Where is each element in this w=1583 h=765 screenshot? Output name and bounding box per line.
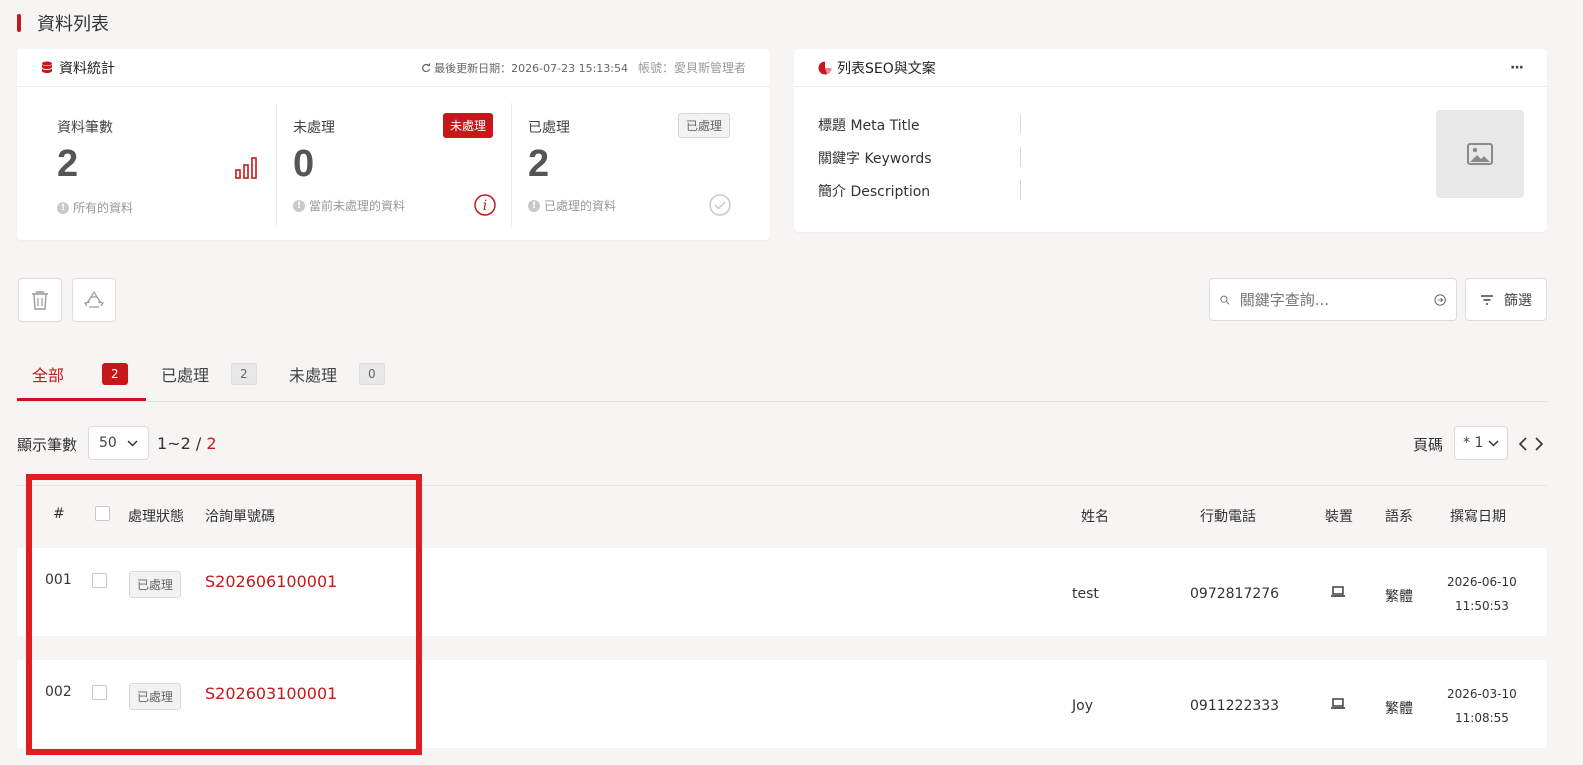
more-button[interactable]: ··· — [1510, 60, 1524, 76]
recycle-button[interactable] — [72, 278, 116, 322]
refresh-icon — [422, 63, 431, 72]
database-icon — [42, 61, 52, 73]
filter-button[interactable]: 篩選 — [1465, 278, 1547, 321]
check-circle-icon — [709, 194, 731, 216]
image-placeholder[interactable] — [1436, 110, 1524, 198]
active-tab-indicator — [17, 398, 146, 401]
unprocessed-badge: 未處理 — [443, 113, 494, 138]
seo-card: 列表SEO與文案 ··· 標題 Meta Title 關鍵字 Keywords … — [794, 49, 1547, 232]
range-indicator: 1~2 / 2 — [157, 434, 217, 453]
page-title: 資料列表 — [17, 12, 109, 35]
delete-button[interactable] — [18, 278, 62, 322]
page-title-text: 資料列表 — [37, 14, 109, 35]
info-dot-icon: ! — [528, 199, 540, 212]
image-icon — [1467, 143, 1493, 165]
chevron-down-icon — [1488, 439, 1499, 447]
page-select[interactable]: * 1 — [1454, 426, 1508, 460]
tabs-divider — [17, 401, 1547, 402]
arrow-circle-right-icon[interactable] — [1434, 290, 1446, 310]
processed-badge: 已處理 — [678, 113, 731, 138]
trash-icon — [32, 291, 48, 310]
pie-chart-icon — [818, 61, 832, 74]
per-page-label: 顯示筆數 — [17, 436, 78, 454]
stats-meta: 最後更新日期：2026-07-23 15:13:54 帳號：愛貝斯管理者 — [421, 59, 746, 76]
title-accent-bar — [17, 14, 21, 32]
filter-icon — [1481, 294, 1493, 305]
row-checkbox[interactable] — [92, 685, 107, 700]
seo-card-header: 列表SEO與文案 ··· — [794, 49, 1547, 87]
stats-card-title: 資料統計 — [41, 58, 115, 78]
tab-unprocessed[interactable]: 未處理 0 — [289, 362, 385, 386]
seo-keywords: 關鍵字 Keywords — [818, 151, 932, 167]
select-all-checkbox[interactable] — [95, 506, 110, 521]
chevron-down-icon — [127, 439, 138, 447]
stat-unprocessed: 未處理 未處理 0 i ! 當前未處理的資料 — [253, 103, 511, 227]
divider — [1020, 114, 1021, 134]
stats-card: 資料統計 最後更新日期：2026-07-23 15:13:54 帳號：愛貝斯管理… — [17, 49, 770, 240]
search-icon — [1220, 295, 1230, 305]
divider — [1020, 147, 1021, 167]
stat-processed: 已處理 已處理 2 ! 已處理的資料 — [488, 103, 746, 227]
table-row[interactable]: 002 已處理 S202603100001 Joy 0911222333 繁體 … — [17, 660, 1547, 748]
info-dot-icon: ! — [57, 201, 69, 214]
svg-text:i: i — [483, 198, 487, 214]
laptop-icon — [1331, 698, 1345, 709]
search-input[interactable] — [1239, 290, 1434, 309]
order-number-link[interactable]: S202603100001 — [205, 684, 337, 703]
seo-description: 簡介 Description — [818, 184, 931, 200]
recycle-icon — [84, 290, 104, 308]
order-number-link[interactable]: S202606100001 — [205, 572, 337, 591]
search-box — [1209, 278, 1457, 321]
tab-all[interactable]: 全部 2 — [32, 362, 128, 386]
row-checkbox[interactable] — [92, 573, 107, 588]
per-page-select[interactable]: 50 — [88, 426, 149, 460]
chevron-right-icon[interactable] — [1534, 437, 1544, 451]
divider — [1020, 180, 1021, 200]
laptop-icon — [1331, 586, 1345, 597]
chevron-left-icon[interactable] — [1518, 437, 1528, 451]
stats-card-header: 資料統計 最後更新日期：2026-07-23 15:13:54 帳號：愛貝斯管理… — [17, 49, 770, 87]
page-label: 頁碼 — [1413, 436, 1444, 454]
tab-processed[interactable]: 已處理 2 — [161, 362, 257, 386]
status-badge: 已處理 — [129, 683, 182, 710]
seo-meta-title: 標題 Meta Title — [818, 118, 920, 134]
table-row[interactable]: 001 已處理 S202606100001 test 0972817276 繁體… — [17, 548, 1547, 636]
status-badge: 已處理 — [129, 571, 182, 598]
info-dot-icon: ! — [293, 199, 305, 212]
stat-total: 資料筆數 2 ! 所有的資料 — [17, 103, 275, 227]
table-header: # 處理狀態 洽詢單號碼 姓名 行動電話 裝置 語系 撰寫日期 — [17, 485, 1547, 547]
